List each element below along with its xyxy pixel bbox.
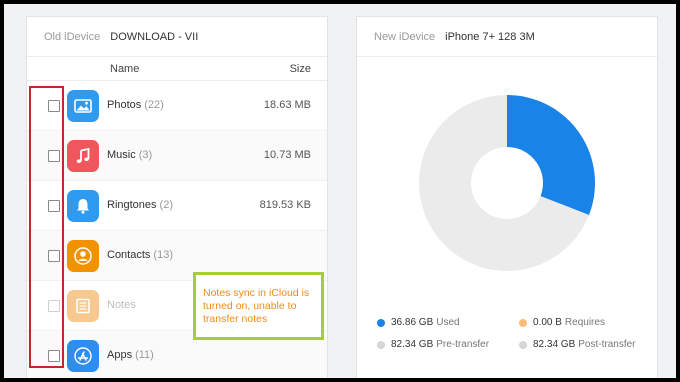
list-item-photos[interactable]: Photos (22) 18.63 MB <box>27 81 327 131</box>
legend-pre-transfer: 82.34 GB Pre-transfer <box>377 339 489 350</box>
list-item-music[interactable]: Music (3) 10.73 MB <box>27 131 327 181</box>
legend-post-transfer-dot <box>519 340 527 349</box>
music-size: 10.73 MB <box>263 149 311 161</box>
new-device-header: New iDevice iPhone 7+ 128 3M <box>357 17 657 57</box>
legend-requires-value: 0.00 B <box>533 317 562 328</box>
ringtones-checkbox[interactable] <box>48 200 60 212</box>
legend-pre-transfer-label: Pre-transfer <box>436 339 490 350</box>
apps-label: Apps (11) <box>107 349 154 361</box>
legend-post-transfer-value: 82.34 GB <box>533 339 576 350</box>
legend-pre-transfer-dot <box>377 340 385 349</box>
old-device-name[interactable]: DOWNLOAD - VII <box>110 31 198 43</box>
music-label: Music (3) <box>107 149 153 161</box>
ringtones-size: 819.53 KB <box>259 199 311 211</box>
legend-post-transfer-label: Post-transfer <box>578 339 636 350</box>
photos-size: 18.63 MB <box>263 99 311 111</box>
new-device-panel: New iDevice iPhone 7+ 128 3M 36.86 GB Us… <box>356 16 658 378</box>
name-column-header[interactable]: Name <box>110 63 139 75</box>
legend-used-value: 36.86 GB <box>391 317 434 328</box>
storage-donut-chart <box>417 93 597 273</box>
ringtones-label: Ringtones (2) <box>107 199 173 211</box>
contacts-label: Contacts (13) <box>107 249 173 261</box>
new-device-label: New iDevice <box>374 30 436 43</box>
contact-icon <box>67 240 99 272</box>
apps-checkbox[interactable] <box>48 350 60 362</box>
legend-post-transfer: 82.34 GB Post-transfer <box>519 339 636 350</box>
bell-icon <box>67 190 99 222</box>
app-store-icon <box>67 340 99 372</box>
music-checkbox[interactable] <box>48 150 60 162</box>
legend-used-dot <box>377 318 385 327</box>
old-device-label: Old iDevice <box>44 30 101 43</box>
music-note-icon <box>67 140 99 172</box>
donut-slice-used <box>507 95 595 215</box>
photos-checkbox[interactable] <box>48 100 60 112</box>
notes-label: Notes <box>107 299 136 311</box>
legend-pre-transfer-value: 82.34 GB <box>391 339 434 350</box>
app-window: Old iDevice DOWNLOAD - VII Name Size Pho… <box>4 4 676 378</box>
contacts-checkbox[interactable] <box>48 250 60 262</box>
legend-used-label: Used <box>436 317 460 328</box>
list-item-ringtones[interactable]: Ringtones (2) 819.53 KB <box>27 181 327 231</box>
photos-icon <box>67 90 99 122</box>
notes-checkbox <box>48 300 60 312</box>
legend-requires: 0.00 B Requires <box>519 317 605 328</box>
size-column-header[interactable]: Size <box>290 63 311 75</box>
notes-warning-callout: Notes sync in iCloud is turned on, unabl… <box>193 272 324 340</box>
column-header: Name Size <box>27 57 327 81</box>
old-device-header: Old iDevice DOWNLOAD - VII <box>27 17 327 57</box>
new-device-name[interactable]: iPhone 7+ 128 3M <box>445 31 535 43</box>
legend-used: 36.86 GB Used <box>377 317 460 328</box>
legend-requires-dot <box>519 318 527 327</box>
photos-label: Photos (22) <box>107 99 164 111</box>
donut-svg <box>419 95 595 271</box>
notes-icon <box>67 290 99 322</box>
legend-requires-label: Requires <box>564 317 605 328</box>
